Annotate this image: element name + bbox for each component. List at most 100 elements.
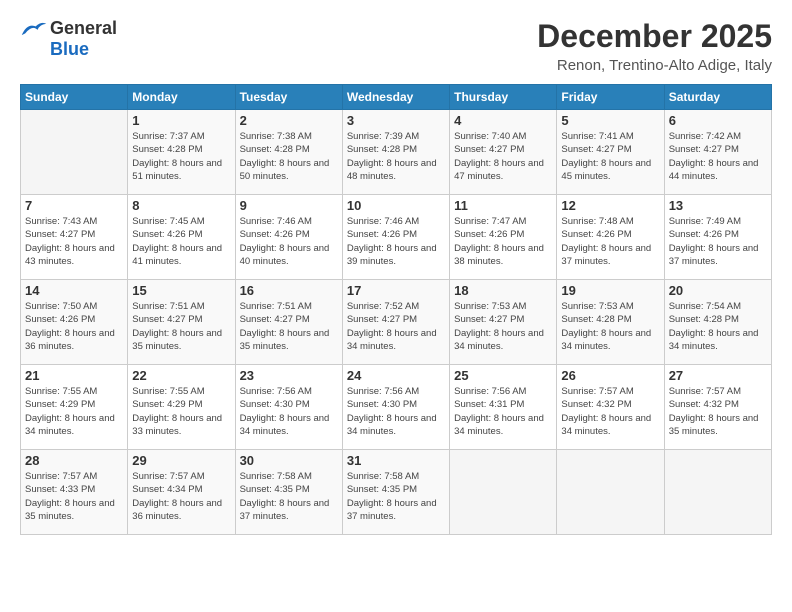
cell-info: Sunrise: 7:57 AM Sunset: 4:32 PM Dayligh… <box>669 385 767 438</box>
logo-blue: Blue <box>50 39 89 60</box>
day-number: 2 <box>240 113 338 128</box>
day-number: 23 <box>240 368 338 383</box>
calendar-cell: 19Sunrise: 7:53 AM Sunset: 4:28 PM Dayli… <box>557 280 664 365</box>
calendar-cell: 10Sunrise: 7:46 AM Sunset: 4:26 PM Dayli… <box>342 195 449 280</box>
header-day: Sunday <box>21 85 128 110</box>
logo-general: General <box>50 18 117 39</box>
logo-bird-icon <box>20 19 48 39</box>
calendar-cell <box>557 450 664 535</box>
calendar-table: SundayMondayTuesdayWednesdayThursdayFrid… <box>20 84 772 535</box>
header-day: Wednesday <box>342 85 449 110</box>
day-number: 4 <box>454 113 552 128</box>
calendar-cell: 20Sunrise: 7:54 AM Sunset: 4:28 PM Dayli… <box>664 280 771 365</box>
day-number: 29 <box>132 453 230 468</box>
cell-info: Sunrise: 7:49 AM Sunset: 4:26 PM Dayligh… <box>669 215 767 268</box>
cell-info: Sunrise: 7:46 AM Sunset: 4:26 PM Dayligh… <box>240 215 338 268</box>
header-day: Friday <box>557 85 664 110</box>
calendar-cell: 12Sunrise: 7:48 AM Sunset: 4:26 PM Dayli… <box>557 195 664 280</box>
week-row: 1 Sunrise: 7:37 AM Sunset: 4:28 PM Daylig… <box>21 110 772 195</box>
day-number: 30 <box>240 453 338 468</box>
cell-info: Sunrise: 7:50 AM Sunset: 4:26 PM Dayligh… <box>25 300 123 353</box>
cell-info: Sunrise: 7:56 AM Sunset: 4:30 PM Dayligh… <box>240 385 338 438</box>
title-block: December 2025 Renon, Trentino-Alto Adige… <box>537 18 772 74</box>
cell-info: Sunrise: 7:52 AM Sunset: 4:27 PM Dayligh… <box>347 300 445 353</box>
week-row: 14Sunrise: 7:50 AM Sunset: 4:26 PM Dayli… <box>21 280 772 365</box>
cell-info: Sunrise: 7:51 AM Sunset: 4:27 PM Dayligh… <box>132 300 230 353</box>
cell-info: Sunrise: 7:57 AM Sunset: 4:33 PM Dayligh… <box>25 470 123 523</box>
calendar-cell <box>664 450 771 535</box>
calendar-cell: 23 Sunrise: 7:56 AM Sunset: 4:30 PM Dayli… <box>235 365 342 450</box>
calendar-cell: 5 Sunrise: 7:41 AM Sunset: 4:27 PM Daylig… <box>557 110 664 195</box>
day-number: 31 <box>347 453 445 468</box>
day-number: 3 <box>347 113 445 128</box>
cell-info: Sunrise: 7:37 AM Sunset: 4:28 PM Dayligh… <box>132 130 230 183</box>
cell-info: Sunrise: 7:39 AM Sunset: 4:28 PM Dayligh… <box>347 130 445 183</box>
calendar-cell: 13 Sunrise: 7:49 AM Sunset: 4:26 PM Dayli… <box>664 195 771 280</box>
day-number: 26 <box>561 368 659 383</box>
page: General Blue December 2025 Renon, Trenti… <box>0 0 792 612</box>
calendar-cell: 11 Sunrise: 7:47 AM Sunset: 4:26 PM Dayli… <box>450 195 557 280</box>
calendar-cell: 9 Sunrise: 7:46 AM Sunset: 4:26 PM Daylig… <box>235 195 342 280</box>
cell-info: Sunrise: 7:53 AM Sunset: 4:28 PM Dayligh… <box>561 300 659 353</box>
day-number: 21 <box>25 368 123 383</box>
day-number: 18 <box>454 283 552 298</box>
cell-info: Sunrise: 7:58 AM Sunset: 4:35 PM Dayligh… <box>240 470 338 523</box>
day-number: 7 <box>25 198 123 213</box>
cell-info: Sunrise: 7:57 AM Sunset: 4:34 PM Dayligh… <box>132 470 230 523</box>
cell-info: Sunrise: 7:40 AM Sunset: 4:27 PM Dayligh… <box>454 130 552 183</box>
day-number: 28 <box>25 453 123 468</box>
calendar-cell: 26Sunrise: 7:57 AM Sunset: 4:32 PM Dayli… <box>557 365 664 450</box>
week-row: 21 Sunrise: 7:55 AM Sunset: 4:29 PM Dayli… <box>21 365 772 450</box>
calendar-cell: 4 Sunrise: 7:40 AM Sunset: 4:27 PM Daylig… <box>450 110 557 195</box>
calendar-cell: 2Sunrise: 7:38 AM Sunset: 4:28 PM Daylig… <box>235 110 342 195</box>
week-row: 7 Sunrise: 7:43 AM Sunset: 4:27 PM Daylig… <box>21 195 772 280</box>
day-number: 16 <box>240 283 338 298</box>
calendar-cell: 6 Sunrise: 7:42 AM Sunset: 4:27 PM Daylig… <box>664 110 771 195</box>
header-day: Thursday <box>450 85 557 110</box>
cell-info: Sunrise: 7:58 AM Sunset: 4:35 PM Dayligh… <box>347 470 445 523</box>
calendar-cell: 16 Sunrise: 7:51 AM Sunset: 4:27 PM Dayli… <box>235 280 342 365</box>
calendar-cell: 31 Sunrise: 7:58 AM Sunset: 4:35 PM Dayli… <box>342 450 449 535</box>
cell-info: Sunrise: 7:41 AM Sunset: 4:27 PM Dayligh… <box>561 130 659 183</box>
day-number: 24 <box>347 368 445 383</box>
day-number: 13 <box>669 198 767 213</box>
cell-info: Sunrise: 7:56 AM Sunset: 4:31 PM Dayligh… <box>454 385 552 438</box>
calendar-cell: 28 Sunrise: 7:57 AM Sunset: 4:33 PM Dayli… <box>21 450 128 535</box>
day-number: 6 <box>669 113 767 128</box>
location: Renon, Trentino-Alto Adige, Italy <box>537 57 772 74</box>
calendar-cell: 15Sunrise: 7:51 AM Sunset: 4:27 PM Dayli… <box>128 280 235 365</box>
day-number: 5 <box>561 113 659 128</box>
header-day: Saturday <box>664 85 771 110</box>
day-number: 27 <box>669 368 767 383</box>
day-number: 17 <box>347 283 445 298</box>
calendar-cell <box>450 450 557 535</box>
day-number: 1 <box>132 113 230 128</box>
calendar-cell: 3 Sunrise: 7:39 AM Sunset: 4:28 PM Daylig… <box>342 110 449 195</box>
cell-info: Sunrise: 7:43 AM Sunset: 4:27 PM Dayligh… <box>25 215 123 268</box>
cell-info: Sunrise: 7:47 AM Sunset: 4:26 PM Dayligh… <box>454 215 552 268</box>
cell-info: Sunrise: 7:55 AM Sunset: 4:29 PM Dayligh… <box>132 385 230 438</box>
day-number: 22 <box>132 368 230 383</box>
calendar-cell: 30 Sunrise: 7:58 AM Sunset: 4:35 PM Dayli… <box>235 450 342 535</box>
header: General Blue December 2025 Renon, Trenti… <box>20 18 772 74</box>
day-number: 11 <box>454 198 552 213</box>
month-title: December 2025 <box>537 18 772 55</box>
calendar-cell: 8 Sunrise: 7:45 AM Sunset: 4:26 PM Daylig… <box>128 195 235 280</box>
calendar-cell: 18Sunrise: 7:53 AM Sunset: 4:27 PM Dayli… <box>450 280 557 365</box>
day-number: 9 <box>240 198 338 213</box>
cell-info: Sunrise: 7:45 AM Sunset: 4:26 PM Dayligh… <box>132 215 230 268</box>
cell-info: Sunrise: 7:51 AM Sunset: 4:27 PM Dayligh… <box>240 300 338 353</box>
cell-info: Sunrise: 7:42 AM Sunset: 4:27 PM Dayligh… <box>669 130 767 183</box>
calendar-cell <box>21 110 128 195</box>
calendar-cell: 29 Sunrise: 7:57 AM Sunset: 4:34 PM Dayli… <box>128 450 235 535</box>
day-number: 8 <box>132 198 230 213</box>
calendar-cell: 24Sunrise: 7:56 AM Sunset: 4:30 PM Dayli… <box>342 365 449 450</box>
calendar-cell: 27 Sunrise: 7:57 AM Sunset: 4:32 PM Dayli… <box>664 365 771 450</box>
calendar-cell: 7 Sunrise: 7:43 AM Sunset: 4:27 PM Daylig… <box>21 195 128 280</box>
calendar-cell: 21Sunrise: 7:55 AM Sunset: 4:29 PM Dayli… <box>21 365 128 450</box>
calendar-cell: 14Sunrise: 7:50 AM Sunset: 4:26 PM Dayli… <box>21 280 128 365</box>
calendar-cell: 22 Sunrise: 7:55 AM Sunset: 4:29 PM Dayli… <box>128 365 235 450</box>
calendar-cell: 25Sunrise: 7:56 AM Sunset: 4:31 PM Dayli… <box>450 365 557 450</box>
day-number: 12 <box>561 198 659 213</box>
logo: General Blue <box>20 18 117 60</box>
